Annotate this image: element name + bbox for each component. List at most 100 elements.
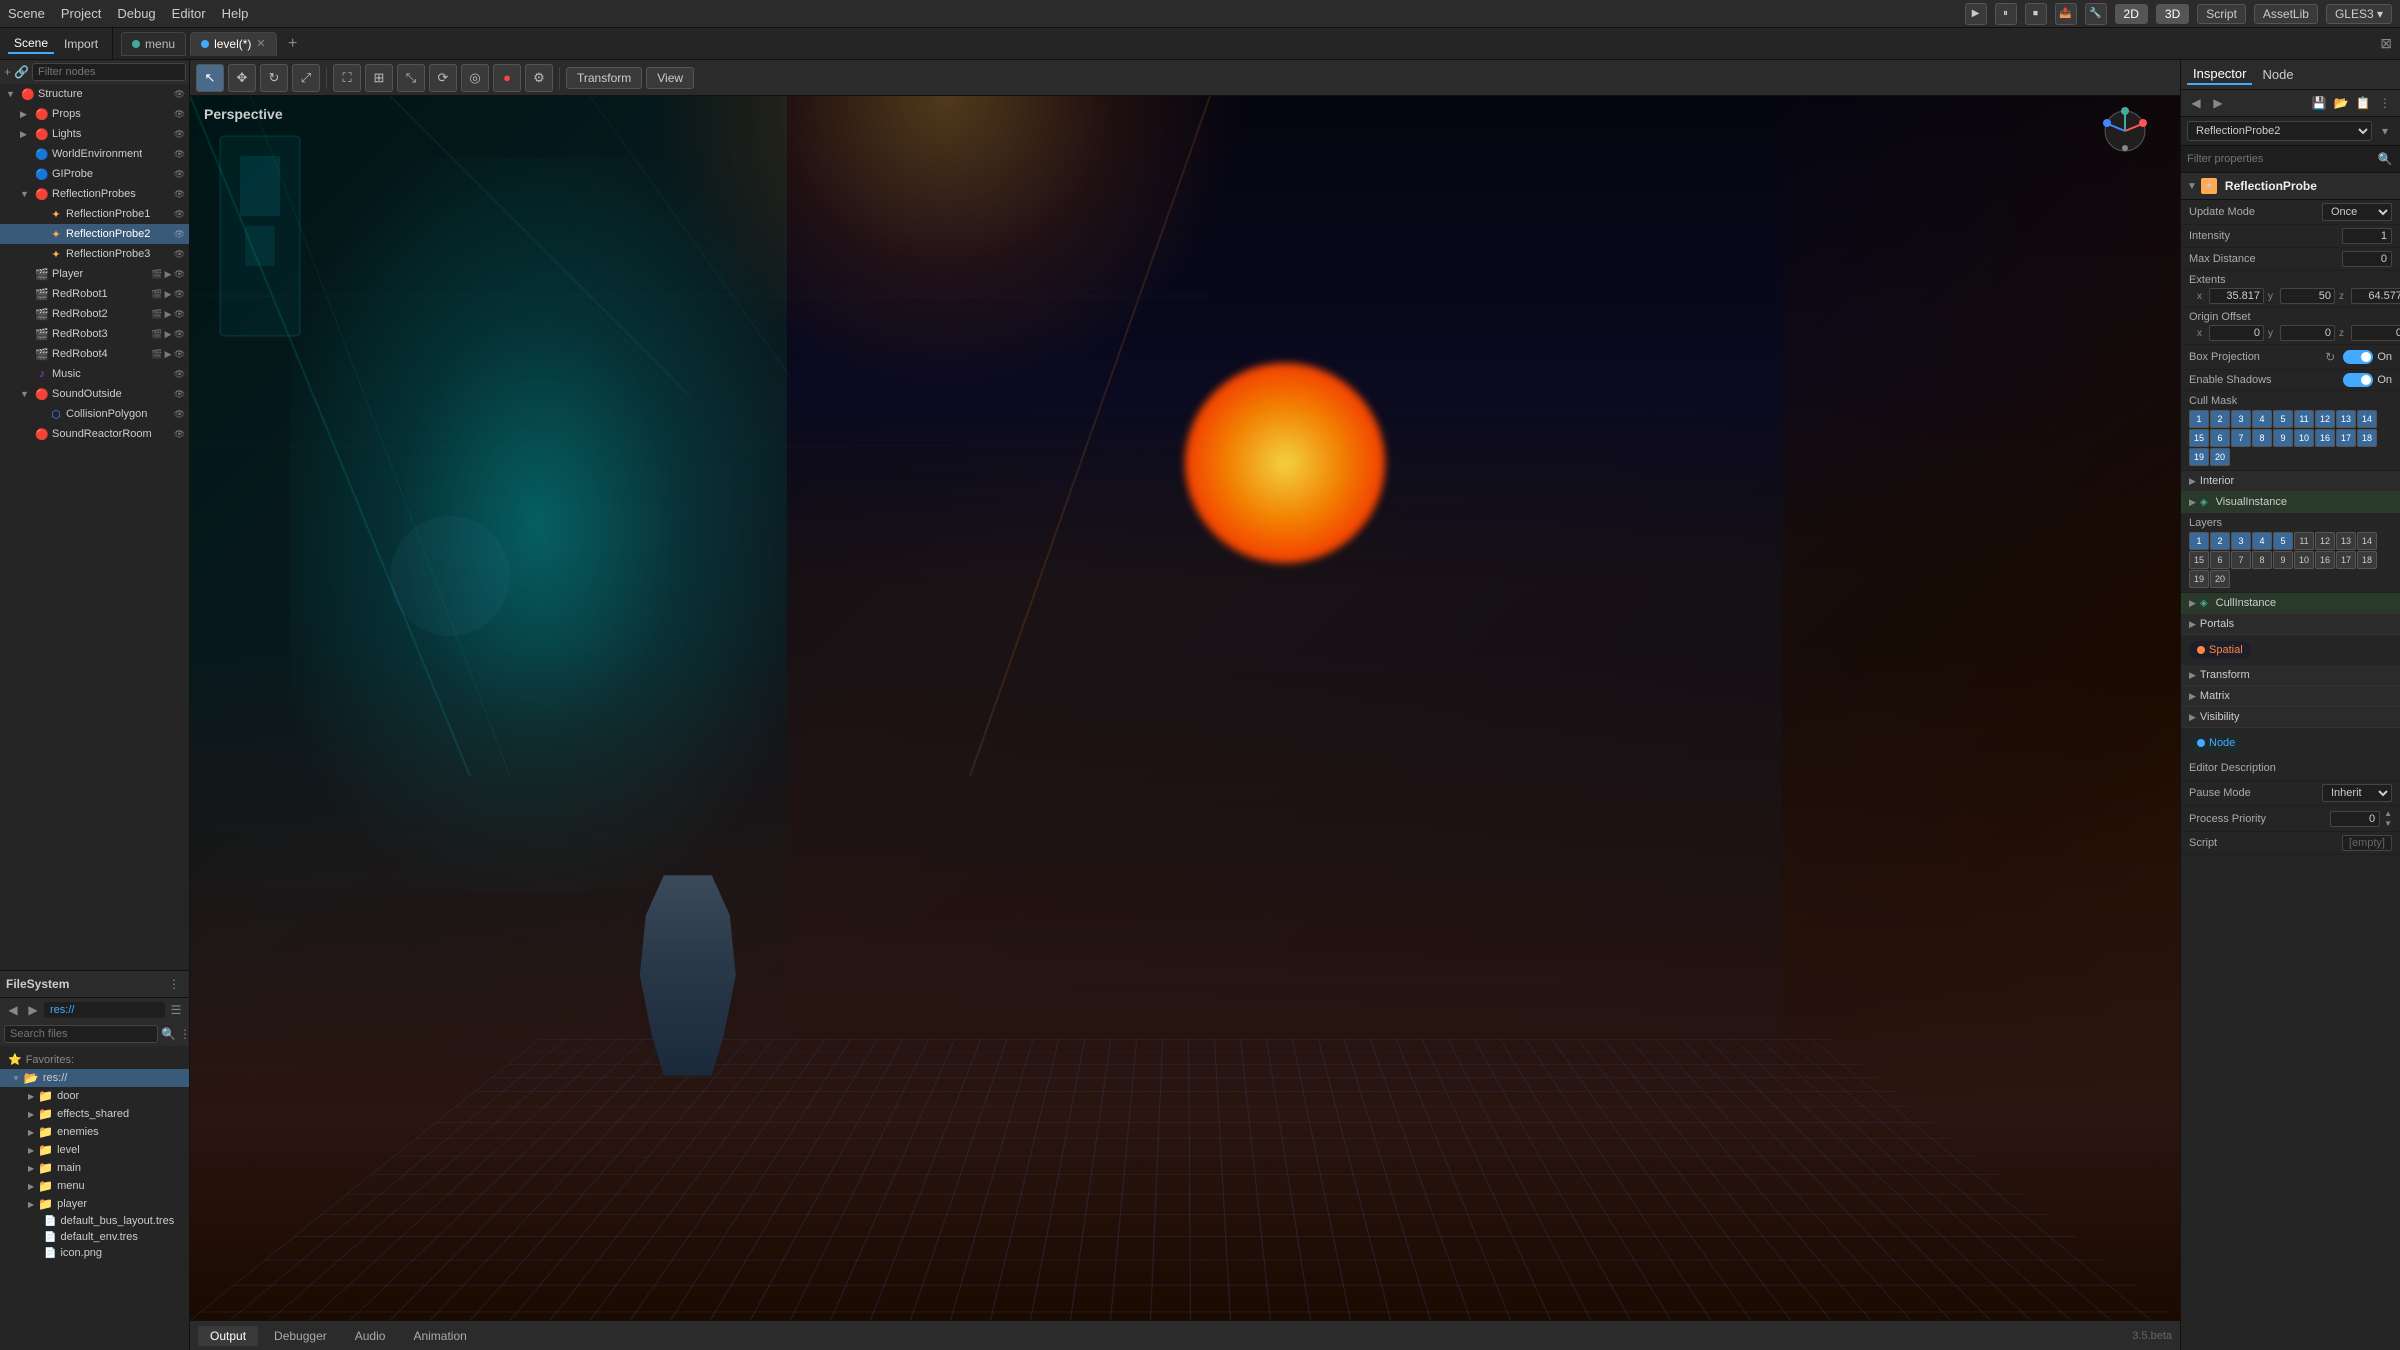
filter-props-input[interactable] bbox=[2187, 153, 2372, 165]
tree-item[interactable]: 🎬 Player 🎬▶ 👁 bbox=[0, 264, 189, 284]
anim-icon[interactable]: 🎬 bbox=[151, 289, 162, 300]
transform-header[interactable]: ▶ Transform bbox=[2181, 665, 2400, 685]
eye-icon[interactable]: 👁 bbox=[174, 169, 185, 180]
visual-instance-header[interactable]: ▶ ◈ VisualInstance bbox=[2181, 492, 2400, 512]
node-type-select[interactable]: ReflectionProbe2 bbox=[2187, 121, 2372, 141]
cull-num-5[interactable]: 5 bbox=[2273, 410, 2293, 428]
tree-item[interactable]: ▼ 🔴 Structure 👁 bbox=[0, 84, 189, 104]
cull-num-13[interactable]: 13 bbox=[2336, 410, 2356, 428]
layer-num-3[interactable]: 3 bbox=[2231, 532, 2251, 550]
tree-item[interactable]: 🔴 SoundReactorRoom 👁 bbox=[0, 424, 189, 444]
vis-icon[interactable]: ▶ bbox=[165, 329, 172, 340]
extents-y-value[interactable]: 50 bbox=[2280, 288, 2335, 304]
intensity-value[interactable]: 1 bbox=[2342, 228, 2392, 244]
cull-num-4[interactable]: 4 bbox=[2252, 410, 2272, 428]
viewport[interactable]: Perspective bbox=[190, 96, 2180, 1320]
fs-item[interactable]: ▶ 📁 level bbox=[0, 1141, 189, 1159]
menu-project[interactable]: Project bbox=[61, 6, 101, 21]
asset-lib-button[interactable]: AssetLib bbox=[2254, 4, 2318, 24]
fs-item[interactable]: 📄 default_env.tres bbox=[0, 1229, 189, 1245]
layer-num-9[interactable]: 9 bbox=[2273, 551, 2293, 569]
layer-num-2[interactable]: 2 bbox=[2210, 532, 2230, 550]
process-priority-stepper[interactable]: ▲ ▼ bbox=[2384, 809, 2392, 828]
menu-editor[interactable]: Editor bbox=[172, 6, 206, 21]
fs-item[interactable]: ▶ 📁 player bbox=[0, 1195, 189, 1213]
max-distance-value[interactable]: 0 bbox=[2342, 251, 2392, 267]
cull-num-2[interactable]: 2 bbox=[2210, 410, 2230, 428]
cull-num-16[interactable]: 16 bbox=[2315, 429, 2335, 447]
tree-item[interactable]: ▼ 🔴 SoundOutside 👁 bbox=[0, 384, 189, 404]
stop-button[interactable]: ⏹ bbox=[2025, 3, 2047, 25]
eye-icon[interactable]: 👁 bbox=[174, 129, 185, 140]
tool-grid[interactable]: ⊞ bbox=[365, 64, 393, 92]
layer-num-12[interactable]: 12 bbox=[2315, 532, 2335, 550]
fs-expand-arrow[interactable]: ▶ bbox=[28, 1164, 34, 1173]
tool-rotate[interactable]: ↻ bbox=[260, 64, 288, 92]
cull-num-15[interactable]: 15 bbox=[2189, 429, 2209, 447]
eye-icon[interactable]: 👁 bbox=[174, 389, 185, 400]
import-panel-tab[interactable]: Import bbox=[58, 35, 104, 53]
tool-snap[interactable]: ⛶ bbox=[333, 64, 361, 92]
cull-num-9[interactable]: 9 bbox=[2273, 429, 2293, 447]
origin-y-value[interactable]: 0 bbox=[2280, 325, 2335, 341]
box-projection-refresh[interactable]: ↻ bbox=[2321, 348, 2339, 366]
tree-item[interactable]: ✦ ReflectionProbe1 👁 bbox=[0, 204, 189, 224]
remote-deploy-button[interactable]: 📤 bbox=[2055, 3, 2077, 25]
scene-panel-tab[interactable]: Scene bbox=[8, 34, 54, 54]
layer-num-1[interactable]: 1 bbox=[2189, 532, 2209, 550]
eye-icon[interactable]: 👁 bbox=[174, 189, 185, 200]
tool-align[interactable]: ⤡ bbox=[397, 64, 425, 92]
tree-item[interactable]: ▶ 🔴 Lights 👁 bbox=[0, 124, 189, 144]
eye-icon[interactable]: 👁 bbox=[174, 329, 185, 340]
matrix-header[interactable]: ▶ Matrix bbox=[2181, 686, 2400, 706]
tool-more[interactable]: ⚙ bbox=[525, 64, 553, 92]
vis-icon[interactable]: ▶ bbox=[165, 269, 172, 280]
fs-back-button[interactable]: ◀ bbox=[4, 1001, 22, 1019]
vis-icon[interactable]: ▶ bbox=[165, 309, 172, 320]
layer-num-7[interactable]: 7 bbox=[2231, 551, 2251, 569]
insp-history-back[interactable]: ◀ bbox=[2187, 94, 2205, 112]
eye-icon[interactable]: 👁 bbox=[174, 109, 185, 120]
new-tab-button[interactable]: + bbox=[281, 32, 305, 56]
fs-search-icon[interactable]: 🔍 bbox=[161, 1025, 176, 1043]
insp-history-fwd[interactable]: ▶ bbox=[2209, 94, 2227, 112]
layer-num-11[interactable]: 11 bbox=[2294, 532, 2314, 550]
cull-num-3[interactable]: 3 bbox=[2231, 410, 2251, 428]
cull-num-18[interactable]: 18 bbox=[2357, 429, 2377, 447]
layer-num-8[interactable]: 8 bbox=[2252, 551, 2272, 569]
cull-num-11[interactable]: 11 bbox=[2294, 410, 2314, 428]
process-priority-value[interactable]: 0 bbox=[2330, 811, 2380, 827]
fs-item[interactable]: ▶ 📁 effects_shared bbox=[0, 1105, 189, 1123]
box-projection-toggle[interactable] bbox=[2343, 350, 2373, 364]
anim-icon[interactable]: 🎬 bbox=[151, 269, 162, 280]
viewport-gizmo[interactable] bbox=[2100, 106, 2150, 156]
fs-item[interactable]: ▼ 📂 res:// bbox=[0, 1069, 189, 1087]
insp-more-icon[interactable]: ⋮ bbox=[2376, 94, 2394, 112]
tree-item[interactable]: ▶ 🔴 Props 👁 bbox=[0, 104, 189, 124]
script-button[interactable]: Script bbox=[2197, 4, 2246, 24]
tree-item[interactable]: 🔵 GIProbe 👁 bbox=[0, 164, 189, 184]
bottom-tab-audio[interactable]: Audio bbox=[343, 1326, 398, 1346]
add-node-button[interactable]: + bbox=[4, 63, 11, 81]
view-button[interactable]: View bbox=[646, 67, 694, 89]
remote-debug-button[interactable]: 🔧 bbox=[2085, 3, 2107, 25]
tool-record[interactable]: ● bbox=[493, 64, 521, 92]
eye-icon[interactable]: 👁 bbox=[174, 289, 185, 300]
fs-layout-button[interactable]: ☰ bbox=[167, 1001, 185, 1019]
menu-scene[interactable]: Scene bbox=[8, 6, 45, 21]
tool-select[interactable]: ↖ bbox=[196, 64, 224, 92]
transform-button[interactable]: Transform bbox=[566, 67, 642, 89]
fs-item[interactable]: ▶ 📁 main bbox=[0, 1159, 189, 1177]
tool-scale[interactable]: ⤢ bbox=[292, 64, 320, 92]
cull-num-20[interactable]: 20 bbox=[2210, 448, 2230, 466]
tree-item[interactable]: 🎬 RedRobot4 🎬▶ 👁 bbox=[0, 344, 189, 364]
tab-close-level[interactable]: ✕ bbox=[256, 37, 265, 50]
maximize-button[interactable]: ⊠ bbox=[2372, 28, 2400, 59]
insp-load-icon[interactable]: 📂 bbox=[2332, 94, 2350, 112]
inspector-tab[interactable]: Inspector bbox=[2187, 64, 2252, 85]
layer-num-5[interactable]: 5 bbox=[2273, 532, 2293, 550]
fs-item[interactable]: ▶ 📁 menu bbox=[0, 1177, 189, 1195]
tree-item[interactable]: 🎬 RedRobot1 🎬▶ 👁 bbox=[0, 284, 189, 304]
layer-num-18[interactable]: 18 bbox=[2357, 551, 2377, 569]
fs-expand-arrow[interactable]: ▶ bbox=[28, 1092, 34, 1101]
